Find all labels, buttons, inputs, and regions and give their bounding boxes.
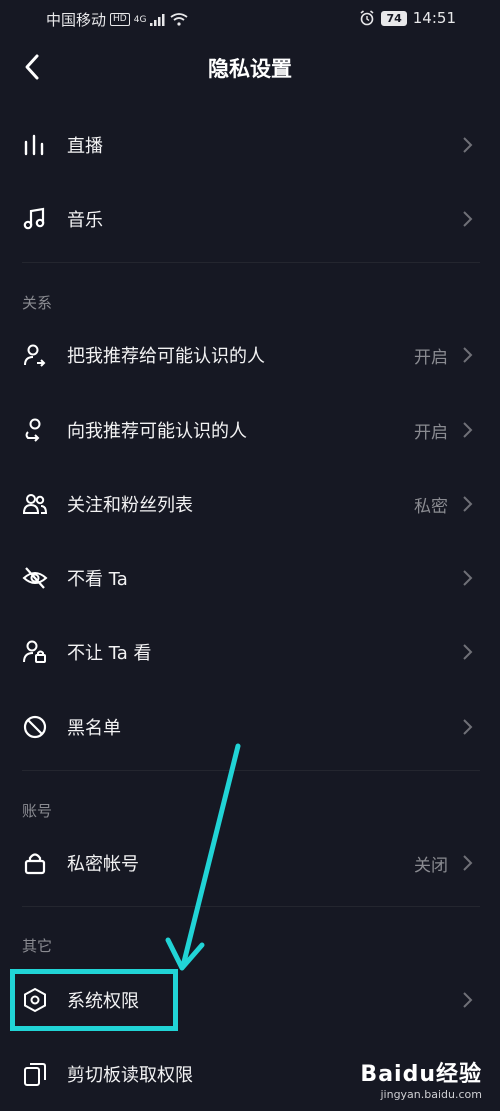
alarm-icon: [360, 10, 374, 26]
clock: 14:51: [412, 9, 456, 27]
chevron-right-icon: [463, 855, 473, 871]
settings-item-dont-see[interactable]: 不看 Ta: [0, 548, 500, 608]
battery-indicator: 74: [381, 10, 407, 26]
chevron-right-icon: [463, 570, 473, 586]
settings-item-follow-list[interactable]: 关注和粉丝列表 私密: [0, 474, 500, 534]
clipboard-icon: [24, 1063, 46, 1086]
chevron-right-icon: [463, 992, 473, 1008]
eye-off-icon: [22, 567, 48, 589]
item-label: 音乐: [67, 210, 103, 231]
highlight-box: [10, 969, 178, 1031]
chevron-right-icon: [463, 347, 473, 363]
lock-icon: [24, 853, 46, 875]
hd-badge: HD: [110, 13, 130, 26]
section-header-relations: 关系: [22, 294, 53, 312]
network-label: 4G: [133, 14, 147, 25]
item-label: 关注和粉丝列表: [67, 495, 193, 516]
item-label: 不让 Ta 看: [67, 643, 152, 664]
watermark-logo: Baidu经验: [360, 1062, 482, 1087]
chevron-right-icon: [463, 137, 473, 153]
music-note-icon: [23, 207, 45, 230]
chevron-right-icon: [463, 496, 473, 512]
settings-item-live[interactable]: 直播: [0, 115, 500, 175]
item-label: 把我推荐给可能认识的人: [67, 346, 265, 367]
signal-icon: [150, 13, 165, 26]
settings-item-recommend-to-me[interactable]: 向我推荐可能认识的人 开启: [0, 400, 500, 460]
item-label: 直播: [67, 136, 103, 157]
item-label: 向我推荐可能认识的人: [67, 421, 247, 442]
item-label: 私密帐号: [67, 854, 139, 875]
user-share-icon: [24, 344, 46, 367]
status-bar: 中国移动 HD 4G 74 14:51: [0, 0, 500, 38]
settings-item-dont-let-see[interactable]: 不让 Ta 看: [0, 622, 500, 682]
carrier-label: 中国移动: [46, 11, 107, 29]
user-recommend-icon: [25, 418, 41, 442]
chevron-right-icon: [463, 211, 473, 227]
chevron-right-icon: [463, 719, 473, 735]
baidu-watermark: Baidu经验 jingyan.baidu.com: [360, 1056, 482, 1101]
item-value: 开启: [414, 348, 448, 368]
chevron-right-icon: [463, 644, 473, 660]
annotation-arrow-icon: [165, 743, 241, 971]
section-header-account: 账号: [22, 802, 53, 820]
item-value: 私密: [414, 497, 448, 517]
wifi-icon: [170, 13, 188, 26]
users-icon: [22, 494, 48, 514]
page-title: 隐私设置: [208, 57, 292, 81]
watermark-url: jingyan.baidu.com: [380, 1088, 482, 1101]
top-bar: 隐私设置: [0, 40, 500, 96]
item-value: 开启: [414, 423, 448, 443]
chevron-right-icon: [463, 422, 473, 438]
block-icon: [23, 715, 47, 739]
item-label: 剪切板读取权限: [67, 1065, 193, 1086]
section-header-other: 其它: [22, 937, 53, 955]
divider: [22, 262, 480, 263]
bars-icon: [24, 134, 44, 156]
settings-item-recommend-me[interactable]: 把我推荐给可能认识的人 开启: [0, 325, 500, 385]
item-label: 不看 Ta: [67, 569, 128, 590]
item-value: 关闭: [414, 856, 448, 876]
user-lock-icon: [23, 640, 46, 663]
item-label: 黑名单: [67, 718, 121, 739]
settings-item-music[interactable]: 音乐: [0, 189, 500, 249]
